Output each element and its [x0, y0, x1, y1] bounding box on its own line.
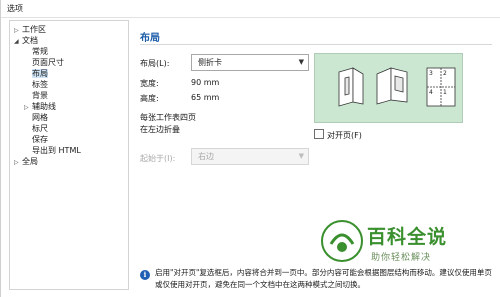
- checkbox-box[interactable]: [314, 129, 324, 139]
- tree-item-layout[interactable]: 布局: [32, 68, 48, 79]
- tree-item-label: 导出到 HTML: [32, 146, 81, 155]
- facing-pages-checkbox[interactable]: 对开页(F): [314, 129, 362, 141]
- watermark-title: 百科全说: [367, 226, 448, 248]
- layout-preview: 3 2 4 1: [314, 53, 463, 123]
- width-value: 90 mm: [191, 78, 220, 87]
- watermark-logo: 百科全说 助你轻松解决: [319, 218, 484, 266]
- tree-item-background[interactable]: 背景: [32, 90, 48, 101]
- tree-item-export-html[interactable]: 导出到 HTML: [32, 145, 81, 156]
- height-label: 高度:: [140, 94, 159, 103]
- tree-item-page-size[interactable]: 页面尺寸: [32, 57, 64, 68]
- tree-item-label: 标尺: [32, 124, 48, 133]
- layout-select-value: 侧折卡: [198, 58, 222, 67]
- start-on-select-value: 右边: [198, 152, 214, 161]
- tree-item-guidelines[interactable]: ▷ 辅助线: [24, 101, 56, 112]
- svg-text:3: 3: [429, 70, 433, 77]
- dropdown-arrow-icon: ▼: [298, 58, 304, 66]
- tree-item-label: 背景: [32, 91, 48, 100]
- options-dialog: 选项 ▷工作区 ◢文档 常规 页面尺寸 布局 标签 背景 ▷辅助线 网格: [0, 0, 500, 297]
- section-title: 布局: [140, 33, 160, 44]
- layout-select[interactable]: 侧折卡 ▼: [191, 54, 309, 71]
- tree-item-label: 标签: [32, 80, 48, 89]
- tree-item-label: 工作区: [22, 25, 46, 34]
- options-tree[interactable]: ▷ 工作区 ◢ 文档 常规 页面尺寸 布局 标签 背景 ▷ 辅助线 网格 标尺 保存: [9, 20, 129, 290]
- tree-item-rulers[interactable]: 标尺: [32, 123, 48, 134]
- tree-item-document[interactable]: ◢ 文档: [14, 35, 38, 46]
- tree-item-label: 网格: [32, 113, 48, 122]
- width-label: 宽度:: [140, 79, 159, 88]
- tree-item-label: 辅助线: [32, 102, 56, 111]
- layout-description-line2: 在左边折叠: [140, 125, 180, 134]
- info-bar: i 启用"对开页"复选框后，内容将合并到一页中。部分内容可能会根据图层结构而移动…: [140, 263, 496, 295]
- svg-text:2: 2: [443, 70, 447, 77]
- tree-item-labels[interactable]: 标签: [32, 79, 48, 90]
- tree-item-save[interactable]: 保存: [32, 134, 48, 145]
- title-bar: 选项: [1, 0, 500, 18]
- facing-pages-label: 对开页(F): [327, 131, 362, 140]
- start-on-label: 起始于(I):: [140, 154, 176, 163]
- expand-arrow-icon[interactable]: ▷: [24, 102, 32, 113]
- section-divider: [140, 44, 492, 45]
- svg-text:4: 4: [429, 89, 433, 96]
- layout-label: 布局(L):: [140, 59, 170, 68]
- tree-item-grid[interactable]: 网格: [32, 112, 48, 123]
- tree-item-label: 保存: [32, 135, 48, 144]
- collapse-arrow-icon[interactable]: ◢: [14, 36, 22, 47]
- tree-item-workspace[interactable]: ▷ 工作区: [14, 24, 46, 35]
- expand-arrow-icon[interactable]: ▷: [14, 157, 22, 168]
- watermark-subtitle: 助你轻松解决: [371, 253, 432, 263]
- tree-item-global[interactable]: ▷ 全局: [14, 156, 38, 167]
- window-title: 选项: [7, 4, 23, 13]
- layout-description-line1: 每张工作表四页: [140, 113, 196, 122]
- svg-text:1: 1: [443, 89, 447, 96]
- tree-item-general[interactable]: 常规: [32, 46, 48, 57]
- dropdown-arrow-icon: ▼: [298, 152, 304, 160]
- tree-item-label: 常规: [32, 47, 48, 56]
- watermark-emblem-icon: [321, 220, 363, 262]
- start-on-select[interactable]: 右边 ▼: [191, 148, 309, 165]
- height-value: 65 mm: [191, 93, 220, 102]
- info-text: 启用"对开页"复选框后，内容将合并到一页中。部分内容可能会根据图层结构而移动。建…: [155, 268, 492, 289]
- tree-item-label: 布局: [32, 69, 48, 78]
- tree-item-label: 文档: [22, 36, 38, 45]
- info-icon: i: [140, 270, 150, 280]
- tree-item-label: 页面尺寸: [32, 58, 64, 67]
- tree-item-label: 全局: [22, 157, 38, 166]
- folded-card-preview-image: 3 2 4 1: [338, 67, 456, 107]
